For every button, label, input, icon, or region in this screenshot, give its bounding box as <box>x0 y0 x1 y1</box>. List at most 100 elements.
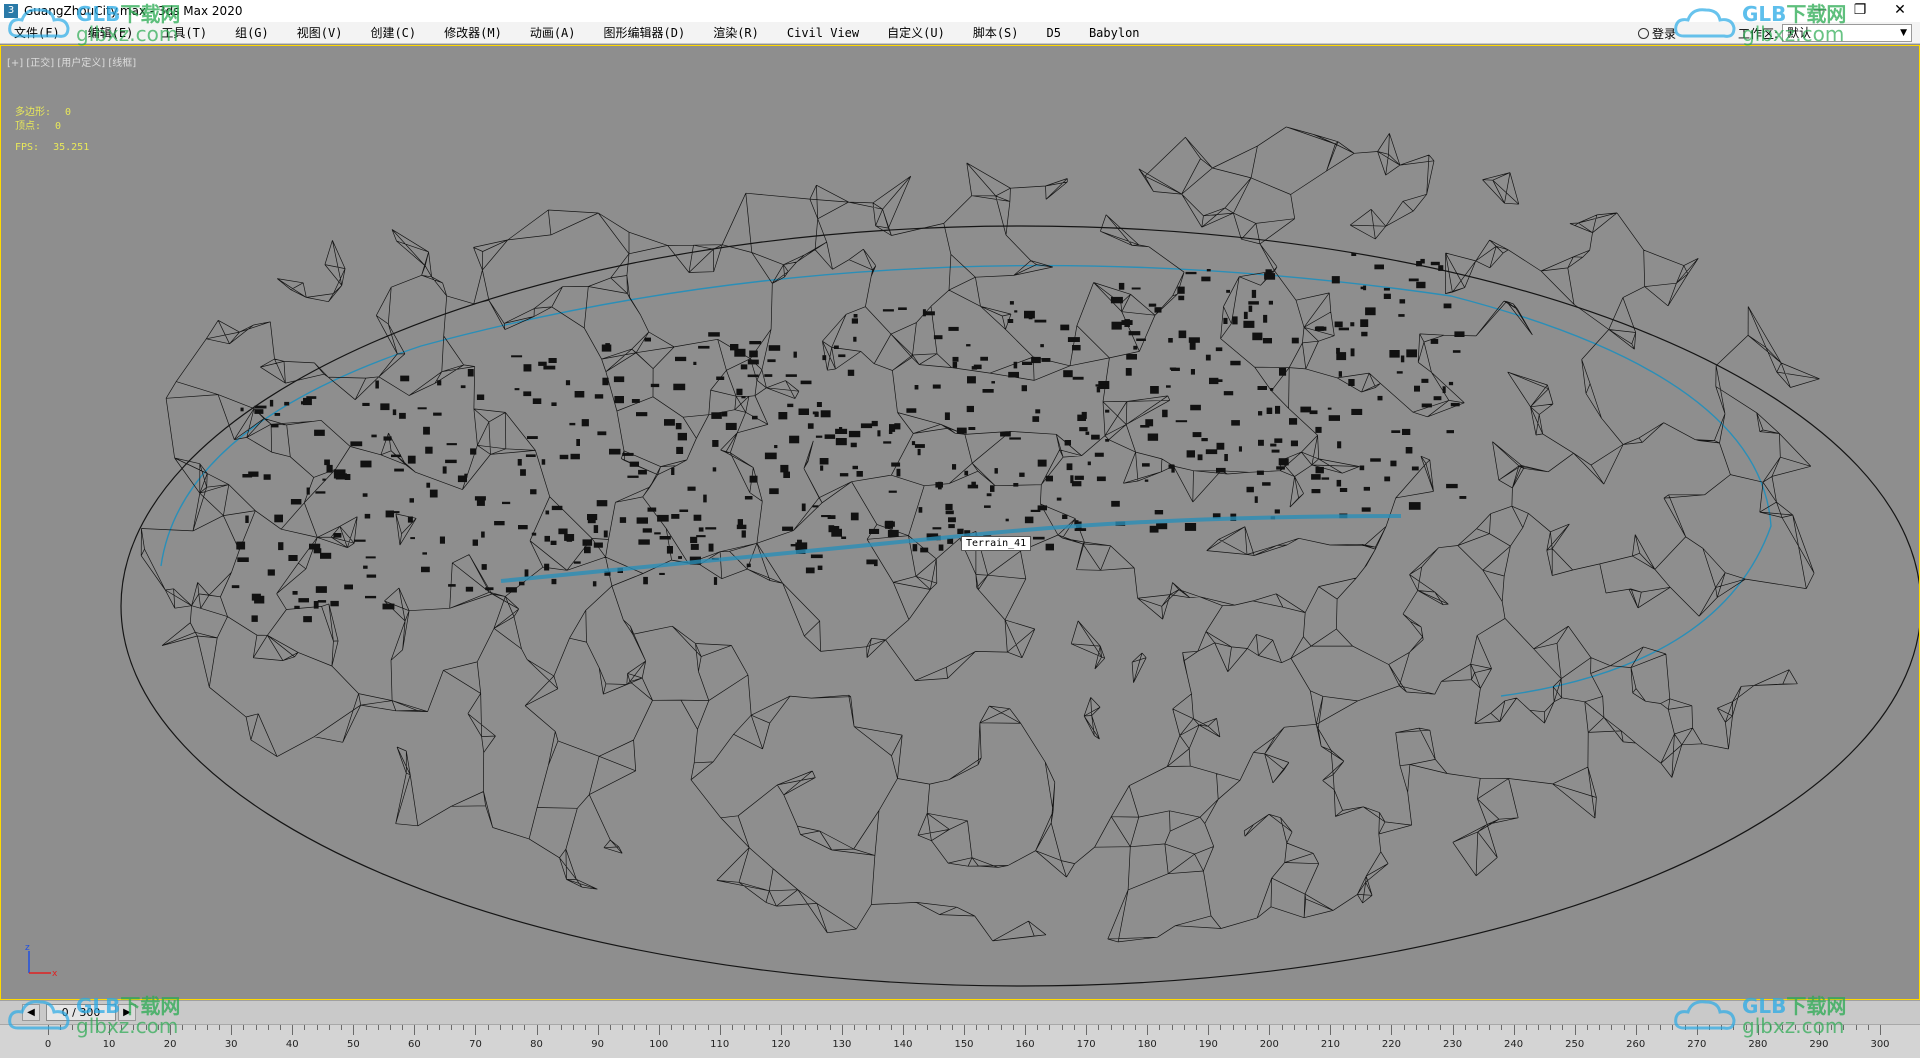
menu-edit[interactable]: 编辑(E) <box>74 24 148 41</box>
track-tick <box>1770 1025 1772 1030</box>
wireframe-terrain-scene[interactable] <box>1 46 1920 1000</box>
workspace-dropdown[interactable]: 默认 ▼ <box>1782 24 1912 42</box>
track-tick <box>817 1025 819 1030</box>
menu-tools[interactable]: 工具(T) <box>147 24 221 41</box>
login-button[interactable]: 登录 <box>1637 25 1676 42</box>
building-block <box>1416 281 1426 289</box>
menu-views[interactable]: 视图(V) <box>283 24 357 41</box>
track-tick <box>1171 1025 1173 1030</box>
menu-babylon[interactable]: Babylon <box>1075 26 1154 40</box>
building-block <box>1007 319 1014 323</box>
building-block <box>298 598 309 603</box>
building-block <box>1377 395 1383 401</box>
building-block <box>1009 437 1021 440</box>
building-block <box>891 462 901 467</box>
building-block <box>1032 416 1040 422</box>
building-block <box>1074 528 1087 531</box>
track-bar[interactable]: 0 10 20 30 40 50 60 70 80 90 100 110 120 130 140 150 160… <box>0 1024 1920 1058</box>
building-block <box>544 535 550 542</box>
track-tick <box>267 1025 269 1030</box>
menubar-right: 登录 工作区: 默认 ▼ <box>1637 22 1920 44</box>
building-block <box>1336 347 1340 354</box>
track-tick <box>866 1025 868 1030</box>
building-block <box>838 354 846 358</box>
building-block <box>1311 489 1321 494</box>
menu-animation[interactable]: 动画(A) <box>516 24 590 41</box>
menu-civil-view[interactable]: Civil View <box>773 26 873 40</box>
building-block <box>1258 411 1263 416</box>
building-block <box>914 385 919 390</box>
menu-bar: 文件(F) 编辑(E) 工具(T) 组(G) 视图(V) 创建(C) 修改器(M… <box>0 22 1920 44</box>
menu-create[interactable]: 创建(C) <box>356 24 430 41</box>
track-tick <box>316 1025 318 1030</box>
building-block <box>948 517 956 523</box>
next-frame-button[interactable]: ▶ <box>118 1004 136 1021</box>
building-block <box>531 532 537 536</box>
building-block <box>650 383 660 388</box>
menu-d5[interactable]: D5 <box>1033 26 1075 40</box>
building-block <box>1268 300 1273 305</box>
axis-z-label: z <box>25 943 30 953</box>
restore-button[interactable]: ❐ <box>1840 0 1880 22</box>
prev-frame-button[interactable]: ◀ <box>22 1004 40 1021</box>
building-block <box>1370 458 1381 462</box>
building-block <box>1274 438 1283 443</box>
building-block <box>1105 409 1110 413</box>
building-block <box>1334 321 1343 328</box>
building-block <box>1178 295 1185 301</box>
track-tick <box>157 1025 159 1030</box>
building-block <box>1438 265 1444 271</box>
menu-file[interactable]: 文件(F) <box>0 24 74 41</box>
time-slider-thumb[interactable]: 0 / 300 <box>46 1004 116 1021</box>
building-block <box>267 569 275 576</box>
building-block <box>1321 477 1330 480</box>
building-block <box>932 527 942 530</box>
building-block <box>1201 276 1211 282</box>
minimize-button[interactable]: — <box>1800 0 1840 22</box>
building-block <box>360 460 372 468</box>
building-block <box>1150 386 1159 394</box>
building-block <box>627 475 639 478</box>
building-block <box>1248 305 1253 312</box>
building-block <box>1336 479 1342 487</box>
track-tick <box>597 1025 599 1035</box>
viewport-label[interactable]: [+] [正交] [用户定义] [线框] <box>7 54 136 69</box>
menu-rendering[interactable]: 渲染(R) <box>699 24 773 41</box>
building-block <box>1185 271 1197 275</box>
building-block <box>747 359 759 365</box>
building-block <box>914 444 925 448</box>
track-tick <box>573 1025 575 1030</box>
building-block <box>527 436 538 439</box>
building-block <box>394 468 404 472</box>
track-tick <box>121 1025 123 1030</box>
perspective-viewport[interactable]: [+] [正交] [用户定义] [线框] 多边形: 0 顶点: 0 FPS: 35.2… <box>0 45 1920 1000</box>
building-block <box>898 307 907 310</box>
track-tick <box>1782 1025 1784 1030</box>
track-tick <box>328 1025 330 1030</box>
menu-group[interactable]: 组(G) <box>221 24 283 41</box>
track-tick <box>1623 1025 1625 1030</box>
building-block <box>957 528 964 535</box>
menu-scripting[interactable]: 脚本(S) <box>959 24 1033 41</box>
building-block <box>465 586 474 592</box>
track-tick <box>475 1025 477 1035</box>
building-block <box>1327 407 1332 410</box>
building-block <box>592 581 597 587</box>
time-slider[interactable]: ◀ 0 / 300 ▶ <box>0 1000 1920 1024</box>
3dsmax-app-icon[interactable]: 3 <box>4 4 18 18</box>
building-block <box>371 434 377 438</box>
building-block <box>820 410 831 418</box>
building-block <box>593 542 603 548</box>
building-block <box>945 510 954 515</box>
building-block <box>1316 326 1324 331</box>
building-block <box>353 539 366 542</box>
menu-graph-editors[interactable]: 图形编辑器(D) <box>590 24 700 41</box>
building-block <box>306 487 310 495</box>
menu-modifiers[interactable]: 修改器(M) <box>430 24 516 41</box>
building-block <box>559 454 569 460</box>
building-block <box>1311 474 1321 480</box>
menu-customize[interactable]: 自定义(U) <box>873 24 959 41</box>
close-button[interactable]: ✕ <box>1880 0 1920 22</box>
track-tick <box>451 1025 453 1030</box>
building-block <box>457 475 467 483</box>
